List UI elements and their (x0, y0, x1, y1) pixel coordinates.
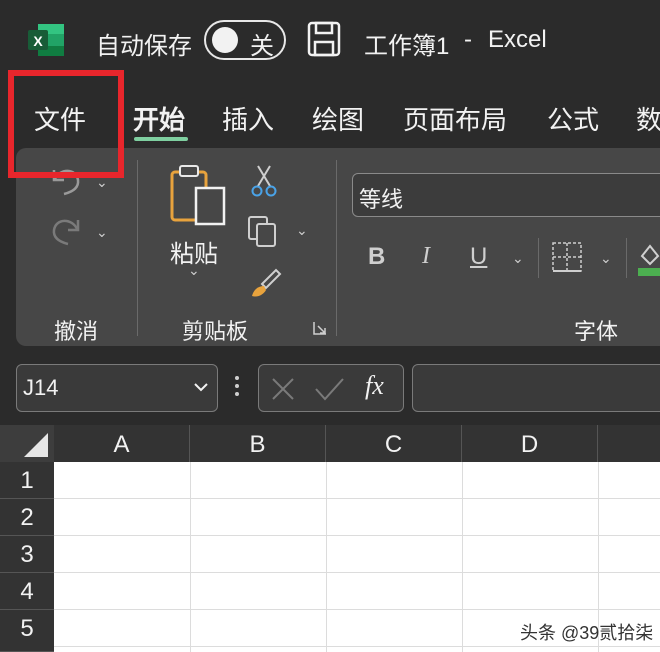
row-header-1[interactable]: 1 (0, 462, 54, 499)
bold-button[interactable]: B (368, 243, 385, 271)
underline-button[interactable]: U (470, 243, 487, 271)
highlight-box (8, 70, 124, 178)
format-painter-icon[interactable] (248, 264, 284, 300)
grid-line (462, 462, 463, 652)
tab-formulas[interactable]: 公式 (547, 100, 599, 137)
active-tab-indicator (134, 137, 188, 141)
grid-line (54, 646, 660, 647)
font-name-value: 等线 (359, 187, 404, 212)
column-header-e[interactable] (598, 425, 660, 462)
ribbon-divider (137, 160, 138, 336)
copy-icon[interactable] (246, 214, 280, 248)
cut-icon[interactable] (250, 162, 278, 198)
grid-line (326, 462, 327, 652)
column-header-a[interactable]: A (54, 425, 190, 462)
excel-logo-icon: X (28, 24, 64, 56)
name-box-value: J14 (23, 375, 59, 400)
font-divider (538, 238, 539, 278)
formula-buttons: fx (258, 364, 404, 412)
ribbon-divider (336, 160, 337, 336)
underline-dropdown-chevron-icon[interactable]: ⌄ (512, 250, 524, 267)
save-icon[interactable] (306, 20, 342, 58)
svg-text:X: X (33, 33, 43, 49)
row-header-5[interactable]: 5 (0, 610, 54, 652)
title-separator: - (464, 26, 472, 53)
row-header-4[interactable]: 4 (0, 573, 54, 610)
cancel-icon[interactable] (269, 375, 297, 403)
enter-check-icon[interactable] (313, 375, 345, 403)
grid-line (54, 535, 660, 536)
tab-data[interactable]: 数 (636, 100, 660, 137)
tab-page-layout[interactable]: 页面布局 (403, 100, 507, 137)
grid-line (54, 609, 660, 610)
redo-icon[interactable] (46, 212, 86, 248)
select-all-triangle-icon (24, 433, 48, 457)
chevron-down-icon[interactable] (193, 381, 209, 393)
more-options-icon[interactable] (235, 376, 239, 400)
insert-function-icon[interactable]: fx (365, 371, 384, 401)
font-divider (626, 238, 627, 278)
fill-color-icon[interactable] (638, 238, 660, 278)
grid-line (190, 462, 191, 652)
autosave-state: 关 (250, 33, 274, 60)
autosave-toggle[interactable]: 关 (204, 20, 286, 60)
font-group-label: 字体 (574, 319, 619, 344)
grid-line (54, 572, 660, 573)
grid-line (54, 498, 660, 499)
tab-insert[interactable]: 插入 (222, 100, 274, 137)
italic-button[interactable]: I (422, 243, 430, 270)
redo-dropdown-chevron-icon[interactable]: ⌄ (96, 224, 108, 241)
paste-dropdown-chevron-icon[interactable]: ⌄ (188, 262, 200, 279)
undo-group-label: 撤消 (54, 319, 99, 344)
tab-draw[interactable]: 绘图 (312, 100, 364, 137)
watermark: 头条 @39贰拾柒 (520, 623, 654, 643)
name-box[interactable]: J14 (16, 364, 218, 412)
doc-title: 工作簿1 (364, 33, 450, 60)
clipboard-dialog-launcher-icon[interactable] (312, 320, 328, 336)
clipboard-group-label: 剪贴板 (182, 319, 249, 344)
toggle-knob (212, 27, 238, 53)
copy-dropdown-chevron-icon[interactable]: ⌄ (296, 222, 308, 239)
app-name: Excel (488, 26, 547, 53)
font-name-combobox[interactable]: 等线 (352, 173, 660, 217)
formula-input[interactable] (412, 364, 660, 412)
select-all-corner[interactable] (0, 425, 54, 462)
paste-icon[interactable] (168, 164, 228, 228)
borders-icon[interactable] (550, 240, 584, 274)
column-header-d[interactable]: D (462, 425, 598, 462)
row-header-2[interactable]: 2 (0, 499, 54, 536)
column-header-b[interactable]: B (190, 425, 326, 462)
autosave-label: 自动保存 (96, 33, 192, 60)
tab-home[interactable]: 开始 (133, 100, 185, 137)
row-header-3[interactable]: 3 (0, 536, 54, 573)
borders-dropdown-chevron-icon[interactable]: ⌄ (600, 250, 612, 267)
column-header-c[interactable]: C (326, 425, 462, 462)
